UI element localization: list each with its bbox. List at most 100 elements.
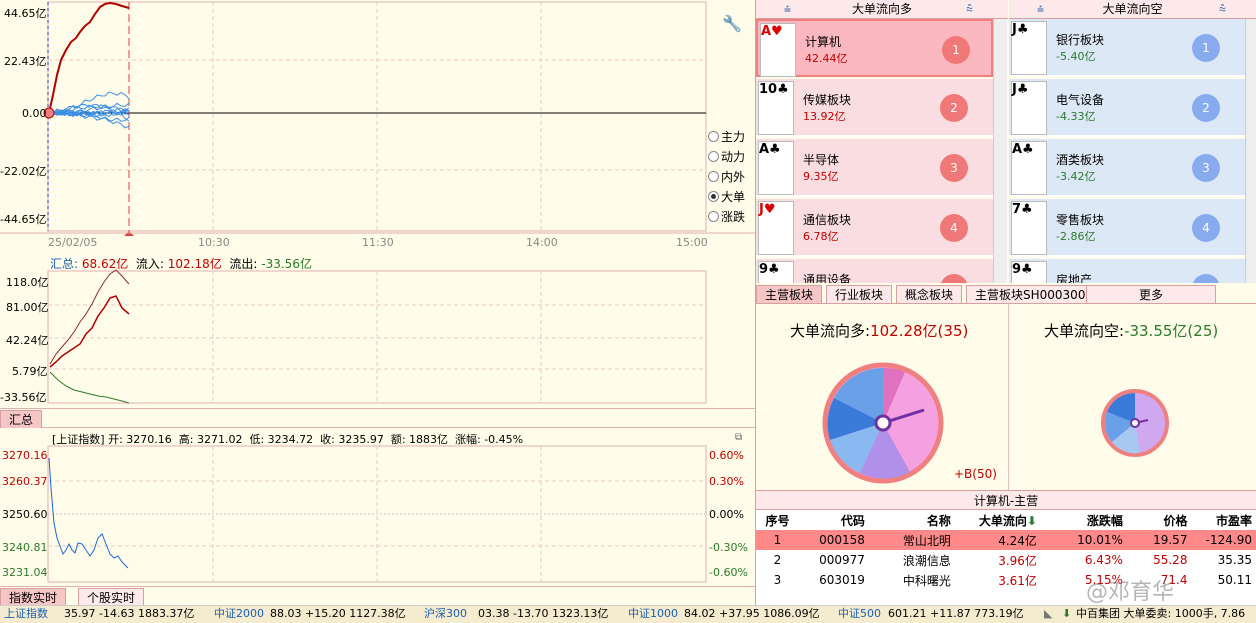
table-cell: 中科曙光 bbox=[902, 573, 951, 588]
card-image: A♣ bbox=[1011, 141, 1047, 195]
y-label: 0.00 bbox=[22, 107, 47, 120]
table-cell: 2 bbox=[773, 553, 782, 567]
y-label: 3231.04 bbox=[2, 566, 48, 579]
card-image: J♣ bbox=[1011, 21, 1047, 75]
long-summary: 大单流向多:102.28亿(35) bbox=[790, 322, 969, 340]
sector-card[interactable]: 9♣ 通用设备 5 bbox=[756, 259, 993, 283]
card-image: 7♣ bbox=[1011, 201, 1047, 255]
tab-main-sh300[interactable]: 主营板块SH000300 bbox=[966, 285, 1095, 303]
card-image: 9♣ bbox=[758, 261, 794, 283]
sector-card[interactable]: J♥ 通信板块 6.78亿 4 bbox=[756, 199, 993, 257]
tab-more[interactable]: 更多 bbox=[1086, 285, 1216, 303]
table-row[interactable]: 2 000977 浪潮信息 3.96亿 6.43% 55.28 35.35 bbox=[756, 550, 1256, 570]
ticker-name[interactable]: 中证1000 bbox=[628, 606, 678, 621]
table-cell: 3 bbox=[773, 573, 782, 587]
radio-bigorder[interactable]: 大单 bbox=[708, 188, 745, 205]
tab-index-realtime[interactable]: 指数实时 bbox=[0, 588, 67, 606]
pct-label: -0.60% bbox=[709, 566, 748, 579]
table-cell: 50.11 bbox=[1217, 573, 1252, 587]
flow-summary-svg bbox=[47, 269, 707, 404]
card-name: 酒类板块 bbox=[1056, 153, 1105, 167]
table-header: 序号 代码 名称 大单流向⬇ 涨跌幅 价格 市盈率 bbox=[756, 510, 1256, 530]
short-summary: 大单流向空:-33.55亿(25) bbox=[1044, 322, 1219, 340]
table-cell: 常山北明 bbox=[902, 533, 951, 548]
tab-stock-realtime[interactable]: 个股实时 bbox=[78, 588, 145, 606]
sector-card[interactable]: A♣ 半导体 9.35亿 3 bbox=[756, 139, 993, 197]
table-cell: 4.24亿 bbox=[998, 533, 1037, 548]
tab-main-sector[interactable]: 主营板块 bbox=[756, 285, 823, 303]
card-name: 通信板块 bbox=[803, 213, 852, 227]
card-name: 零售板块 bbox=[1056, 213, 1105, 227]
wrench-icon[interactable]: 🔧 bbox=[722, 14, 742, 33]
x-label: 10:30 bbox=[198, 236, 230, 249]
table-row[interactable]: 3 603019 中科曙光 3.61亿 5.15% 71.4 50.11 bbox=[756, 570, 1256, 590]
ticker-name[interactable]: 中证2000 bbox=[214, 606, 264, 621]
sector-card[interactable]: 10♣ 传媒板块 13.92亿 2 bbox=[756, 79, 993, 137]
x-label: 25/02/05 bbox=[48, 236, 98, 249]
scrollbar[interactable] bbox=[993, 19, 1007, 283]
y-label: 44.65亿 bbox=[4, 7, 47, 20]
expand-icon[interactable]: ⩯ bbox=[966, 0, 973, 19]
rank-badge: 3 bbox=[1192, 154, 1220, 182]
ticker-name[interactable]: 上证指数 bbox=[4, 606, 48, 621]
scrollbar[interactable] bbox=[1245, 19, 1256, 283]
sector-card[interactable]: J♣ 电气设备 -4.33亿 2 bbox=[1009, 79, 1245, 137]
sector-card[interactable]: J♣ 银行板块 -5.40亿 1 bbox=[1009, 19, 1245, 77]
short-title: 大单流向空 bbox=[1102, 2, 1163, 16]
x-label: 15:00 bbox=[676, 236, 708, 249]
card-name: 计算机 bbox=[805, 35, 842, 49]
card-name: 房地产 bbox=[1056, 273, 1093, 283]
ticker-name[interactable]: 中证500 bbox=[838, 606, 881, 621]
table-cell: 55.28 bbox=[1153, 553, 1188, 567]
tab-summary[interactable]: 汇总 bbox=[0, 410, 43, 428]
table-row[interactable]: 1 000158 常山北明 4.24亿 10.01% 19.57 -124.90 bbox=[756, 530, 1256, 550]
card-value: -2.86亿 bbox=[1056, 230, 1096, 243]
card-image: 9♣ bbox=[1011, 261, 1047, 283]
card-name: 电气设备 bbox=[1056, 93, 1105, 107]
ticker-value: 601.21 +11.87 773.19亿 bbox=[888, 607, 1024, 620]
card-image: J♥ bbox=[758, 201, 794, 255]
short-card-list: J♣ 银行板块 -5.40亿 1 J♣ 电气设备 -4.33亿 2 A♣ 酒类板块 -3.42亿 3 7… bbox=[1009, 19, 1256, 283]
x-label: 11:30 bbox=[362, 236, 394, 249]
sector-card[interactable]: A♣ 酒类板块 -3.42亿 3 bbox=[1009, 139, 1245, 197]
speaker-icon[interactable]: ◣ bbox=[1044, 606, 1052, 621]
short-header: ⩮ 大单流向空 ⩯ bbox=[1009, 0, 1256, 19]
table-title: 计算机-主营 bbox=[756, 490, 1256, 510]
y-label: -22.02亿 bbox=[0, 165, 47, 178]
long-header: ⩮ 大单流向多 ⩯ bbox=[756, 0, 1008, 19]
table-cell: 35.35 bbox=[1217, 553, 1252, 567]
collapse-icon[interactable]: ⩮ bbox=[1037, 0, 1044, 19]
sector-card[interactable]: 7♣ 零售板块 -2.86亿 4 bbox=[1009, 199, 1245, 257]
tab-industry[interactable]: 行业板块 bbox=[826, 285, 893, 303]
tab-concept[interactable]: 概念板块 bbox=[896, 285, 963, 303]
short-pie bbox=[1101, 389, 1169, 457]
sector-card[interactable]: 9♣ 房地产 5 bbox=[1009, 259, 1245, 283]
card-value: 42.44亿 bbox=[805, 52, 848, 65]
card-value: -4.33亿 bbox=[1056, 110, 1096, 123]
card-image: A♣ bbox=[758, 141, 794, 195]
main-flow-chart: 44.65亿 22.43亿 0.00 -22.02亿 -44.65亿 25/02… bbox=[0, 0, 755, 252]
ticker-value: 35.97 -14.63 1883.37亿 bbox=[64, 607, 195, 620]
ticker-name[interactable]: 沪深300 bbox=[424, 606, 467, 621]
ticker-value: 84.02 +37.95 1086.09亿 bbox=[684, 607, 820, 620]
table-cell: 浪潮信息 bbox=[902, 553, 951, 568]
radio-updown[interactable]: 涨跌 bbox=[708, 208, 745, 225]
card-value: -5.40亿 bbox=[1056, 50, 1096, 63]
rank-badge: 5 bbox=[1192, 274, 1220, 283]
long-pie bbox=[822, 362, 944, 484]
rank-badge: 4 bbox=[940, 214, 968, 242]
radio-inout[interactable]: 内外 bbox=[708, 168, 745, 185]
radio-main[interactable]: 主力 bbox=[708, 128, 745, 145]
watermark: @邓育华 bbox=[1086, 580, 1175, 605]
down-arrow-icon: ⬇ bbox=[1062, 607, 1072, 620]
table-cell: 10.01% bbox=[1077, 533, 1123, 547]
expand-icon[interactable]: ⩯ bbox=[1219, 0, 1226, 19]
table-cell: 1 bbox=[773, 533, 782, 547]
card-image: A♥ bbox=[760, 23, 796, 77]
sort-column: 大单流向⬇ bbox=[978, 513, 1037, 528]
index-chart-svg bbox=[47, 445, 707, 583]
collapse-icon[interactable]: ⩮ bbox=[784, 0, 791, 19]
sector-card[interactable]: A♥ 计算机 42.44亿 1 bbox=[756, 19, 993, 77]
y-label: -33.56亿 bbox=[0, 391, 47, 404]
radio-power[interactable]: 动力 bbox=[708, 148, 745, 165]
